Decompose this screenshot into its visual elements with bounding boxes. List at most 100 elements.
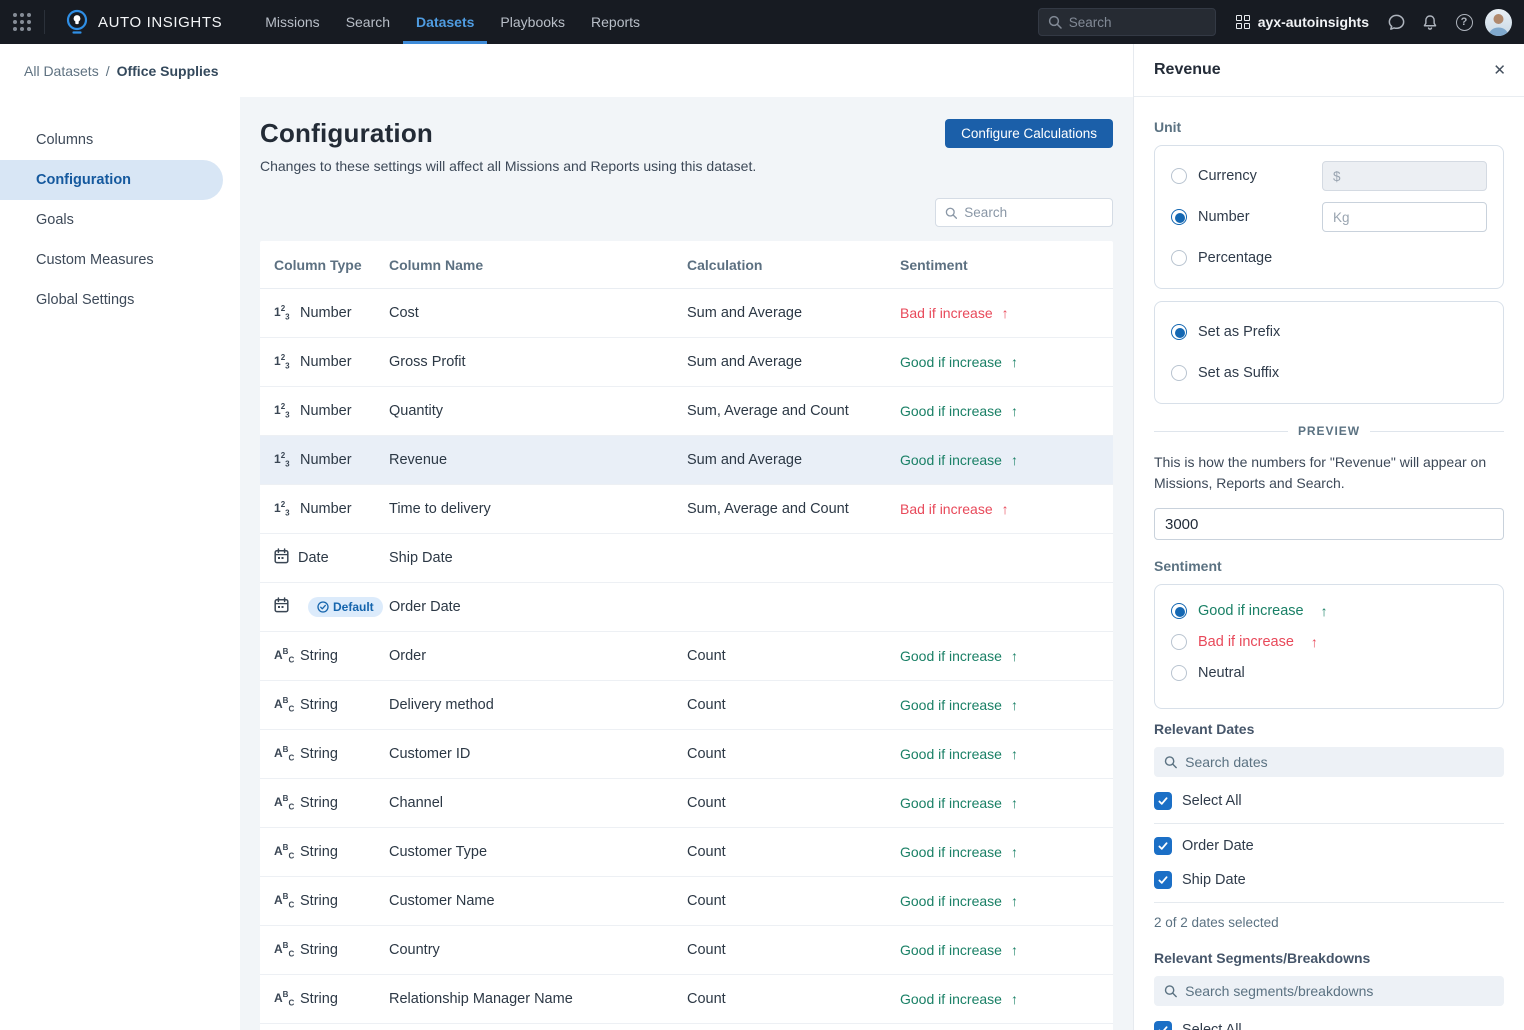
nav-datasets[interactable]: Datasets — [403, 0, 487, 44]
table-row[interactable]: ABCStringCustomer TypeCountGood if incre… — [260, 828, 1113, 877]
table-row[interactable]: ABCStringChannelCountGood if increase↑ — [260, 779, 1113, 828]
column-name-cell: Customer ID — [389, 746, 687, 762]
sentiment-link[interactable]: Good if increase — [900, 403, 1002, 419]
breadcrumb-all-datasets[interactable]: All Datasets — [24, 63, 99, 79]
table-row[interactable]: ABCStringCustomer NameCountGood if incre… — [260, 877, 1113, 926]
help-icon[interactable]: ? — [1447, 0, 1481, 44]
unit-option-currency[interactable]: Currency — [1171, 161, 1487, 191]
header-column-name: Column Name — [389, 257, 687, 273]
number-type-icon: 123 — [274, 452, 291, 468]
nav-search[interactable]: Search — [333, 0, 403, 44]
table-row[interactable]: 123NumberCostSum and AverageBad if incre… — [260, 289, 1113, 338]
sidebar-item-custom-measures[interactable]: Custom Measures — [0, 240, 223, 280]
column-type-cell: ABCString — [260, 893, 389, 909]
table-row[interactable]: ABCStringRelationship Manager NameCountG… — [260, 975, 1113, 1024]
checkbox-icon[interactable] — [1154, 1021, 1172, 1030]
sidebar: ColumnsConfigurationGoalsCustom Measures… — [0, 97, 240, 1030]
sentiment-option-bad[interactable]: Bad if increase↑ — [1171, 631, 1487, 653]
sentiment-link[interactable]: Good if increase — [900, 991, 1002, 1007]
breadcrumb-separator: / — [106, 63, 110, 79]
column-name-cell: Order Date — [389, 599, 687, 615]
notifications-bell-icon[interactable] — [1413, 0, 1447, 44]
table-row[interactable]: 123NumberTime to deliverySum, Average an… — [260, 485, 1113, 534]
radio-button[interactable] — [1171, 250, 1187, 266]
table-row[interactable]: ABCStringCountryCountGood if increase↑ — [260, 926, 1113, 975]
sentiment-link[interactable]: Good if increase — [900, 697, 1002, 713]
table-row[interactable]: 123NumberQuantitySum, Average and CountG… — [260, 387, 1113, 436]
topbar-search-input[interactable] — [1069, 15, 1206, 30]
checkbox-item-order-date[interactable]: Order Date — [1154, 834, 1504, 858]
unit-option-number[interactable]: Number — [1171, 202, 1487, 232]
select-all-checkbox[interactable]: Select All — [1154, 1018, 1504, 1030]
sentiment-link[interactable]: Good if increase — [900, 648, 1002, 664]
sentiment-link[interactable]: Good if increase — [900, 893, 1002, 909]
position-card: Set as Prefix Set as Suffix — [1154, 301, 1504, 404]
table-row[interactable]: DefaultOrder Date — [260, 583, 1113, 632]
table-row[interactable]: 123NumberGross ProfitSum and AverageGood… — [260, 338, 1113, 387]
search-icon — [1164, 984, 1177, 998]
radio-button[interactable] — [1171, 665, 1187, 681]
radio-button[interactable] — [1171, 209, 1187, 225]
sentiment-cell: Good if increase↑ — [900, 893, 1113, 909]
sentiment-link[interactable]: Good if increase — [900, 844, 1002, 860]
segments-search-input[interactable] — [1185, 983, 1494, 999]
nav-reports[interactable]: Reports — [578, 0, 653, 44]
dates-search-input[interactable] — [1185, 754, 1494, 770]
column-type-cell: ABCString — [260, 648, 389, 664]
preview-input[interactable] — [1154, 508, 1504, 540]
sentiment-link[interactable]: Good if increase — [900, 795, 1002, 811]
table-row[interactable]: ABCStringCustomer IDCountGood if increas… — [260, 730, 1113, 779]
sidebar-item-goals[interactable]: Goals — [0, 200, 223, 240]
app-launcher-icon[interactable] — [0, 0, 44, 44]
radio-button[interactable] — [1171, 324, 1187, 340]
sentiment-link[interactable]: Good if increase — [900, 942, 1002, 958]
sidebar-item-global-settings[interactable]: Global Settings — [0, 280, 223, 320]
sentiment-option-good[interactable]: Good if increase↑ — [1171, 600, 1487, 622]
sentiment-link[interactable]: Good if increase — [900, 746, 1002, 762]
radio-button[interactable] — [1171, 634, 1187, 650]
sentiment-option-neutral[interactable]: Neutral — [1171, 662, 1487, 684]
sidebar-item-columns[interactable]: Columns — [0, 120, 223, 160]
unit-option-percentage[interactable]: Percentage — [1171, 243, 1487, 273]
logo[interactable]: AUTO INSIGHTS — [45, 0, 236, 44]
set-as-prefix-option[interactable]: Set as Prefix — [1171, 317, 1487, 347]
table-row[interactable]: DateShip Date — [260, 534, 1113, 583]
table-row[interactable]: 123NumberRevenueSum and AverageGood if i… — [260, 436, 1113, 485]
checkbox-icon[interactable] — [1154, 792, 1172, 810]
unit-option-label: Currency — [1198, 168, 1257, 184]
chat-icon[interactable] — [1379, 0, 1413, 44]
dates-search[interactable] — [1154, 747, 1504, 777]
table-row[interactable]: ABCStringDelivery methodCountGood if inc… — [260, 681, 1113, 730]
radio-button[interactable] — [1171, 168, 1187, 184]
radio-button[interactable] — [1171, 365, 1187, 381]
radio-button[interactable] — [1171, 603, 1187, 619]
column-type-label: String — [300, 697, 338, 713]
sentiment-link[interactable]: Bad if increase — [900, 305, 993, 321]
select-all-checkbox[interactable]: Select All — [1154, 789, 1504, 813]
number-type-icon: 123 — [274, 305, 291, 321]
configure-calculations-button[interactable]: Configure Calculations — [945, 119, 1113, 148]
column-name-cell: Relationship Manager Name — [389, 991, 687, 1007]
checkbox-item-ship-date[interactable]: Ship Date — [1154, 868, 1504, 892]
checkbox-label: Ship Date — [1182, 872, 1246, 888]
nav-playbooks[interactable]: Playbooks — [487, 0, 578, 44]
table-search-input[interactable] — [964, 205, 1103, 220]
avatar[interactable] — [1485, 9, 1512, 36]
sentiment-link[interactable]: Good if increase — [900, 354, 1002, 370]
table-search[interactable] — [935, 198, 1113, 227]
unit-symbol-input[interactable] — [1322, 202, 1487, 232]
nav-missions[interactable]: Missions — [252, 0, 332, 44]
workspace-switcher[interactable]: ayx-autoinsights — [1236, 0, 1369, 44]
topbar-search[interactable] — [1038, 8, 1216, 36]
checkbox-icon[interactable] — [1154, 837, 1172, 855]
set-as-suffix-option[interactable]: Set as Suffix — [1171, 358, 1487, 388]
table-row[interactable]: ABCStringOrderCountGood if increase↑ — [260, 632, 1113, 681]
sentiment-link[interactable]: Good if increase — [900, 452, 1002, 468]
segments-search[interactable] — [1154, 976, 1504, 1006]
sidebar-item-configuration[interactable]: Configuration — [0, 160, 223, 200]
sentiment-link[interactable]: Bad if increase — [900, 501, 993, 517]
checkbox-icon[interactable] — [1154, 871, 1172, 889]
relevant-dates-label: Relevant Dates — [1154, 721, 1504, 737]
string-type-icon: ABC — [274, 844, 291, 860]
close-icon[interactable]: ✕ — [1493, 61, 1506, 79]
